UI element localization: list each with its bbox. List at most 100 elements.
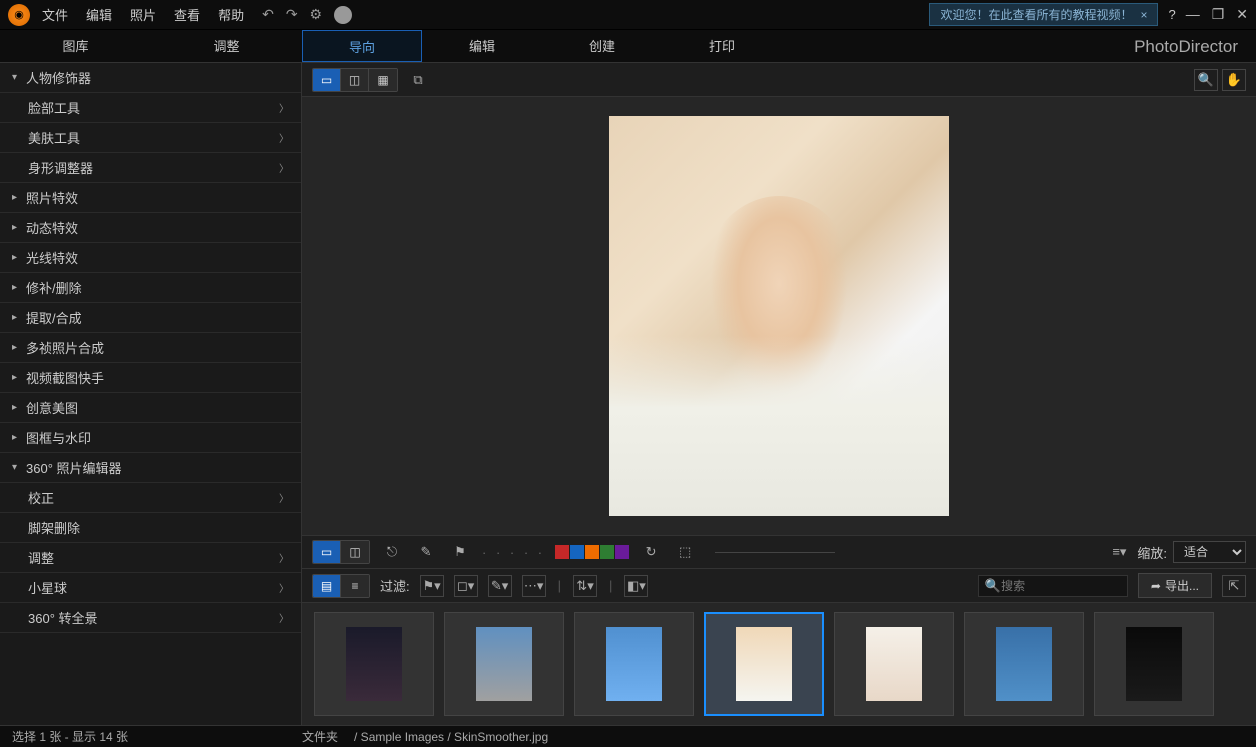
mode-tabs: 图库 调整 导向 编辑 创建 打印 PhotoDirector — [0, 30, 1256, 63]
status-selection: 选择 1 张 - 显示 14 张 — [12, 728, 302, 745]
avatar-icon[interactable] — [334, 6, 352, 24]
brand-label: PhotoDirector — [1134, 30, 1256, 62]
tab-create[interactable]: 创建 — [542, 30, 662, 62]
menu-help[interactable]: 帮助 — [218, 5, 244, 24]
thumbnail[interactable] — [964, 612, 1084, 716]
sidebar-item[interactable]: ▾人物修饰器 — [0, 63, 301, 93]
rating-toolbar: ▭ ◫ ⎋ ✎ ⚑ · · · · · ↻ ⬚ ≡▾ 缩放: 适合 — [302, 535, 1256, 569]
sidebar-item[interactable]: ▸多祯照片合成 — [0, 333, 301, 363]
thumb-size-slider[interactable] — [715, 552, 835, 553]
view-compare-icon[interactable]: ◫ — [341, 69, 369, 91]
filter-stack-icon[interactable]: ◧▾ — [624, 575, 648, 597]
thumbnail-image — [996, 627, 1052, 701]
filter-more-icon[interactable]: ⋯▾ — [522, 575, 546, 597]
sidebar-item[interactable]: ▸修补/删除 — [0, 273, 301, 303]
menu-view[interactable]: 查看 — [174, 5, 200, 24]
zoom-label: 缩放: — [1137, 543, 1167, 562]
close-icon[interactable]: ✕ — [1236, 6, 1248, 23]
redo-icon[interactable]: ↷ — [286, 6, 298, 23]
filmstrip — [302, 603, 1256, 725]
crop-icon[interactable]: ⬚ — [673, 541, 697, 563]
sidebar-item[interactable]: ▸视频截图快手 — [0, 363, 301, 393]
thumbnail-image — [866, 627, 922, 701]
viewer-toolbar: ▭ ◫ ▦ ⧉ 🔍 ✋ — [302, 63, 1256, 97]
main-photo — [609, 116, 949, 516]
sidebar: ▾人物修饰器脸部工具〉美肤工具〉身形调整器〉▸照片特效▸动态特效▸光线特效▸修补… — [0, 63, 302, 725]
color-swatch[interactable] — [600, 545, 614, 559]
help-icon[interactable]: ? — [1168, 7, 1175, 22]
search-box[interactable]: 🔍 × — [978, 575, 1128, 597]
tutorial-banner[interactable]: 欢迎您！在此查看所有的教程视频！ × — [929, 3, 1158, 26]
thumbnail[interactable] — [444, 612, 564, 716]
sidebar-item[interactable]: ▾360° 照片编辑器 — [0, 453, 301, 483]
sidebar-subitem[interactable]: 脚架删除 — [0, 513, 301, 543]
sidebar-item[interactable]: ▸动态特效 — [0, 213, 301, 243]
flag-icon[interactable]: ⚑ — [448, 541, 472, 563]
status-path: / Sample Images / SkinSmoother.jpg — [354, 730, 548, 744]
sidebar-item[interactable]: ▸提取/合成 — [0, 303, 301, 333]
filter-brush-icon[interactable]: ✎▾ — [488, 575, 512, 597]
sidebar-item[interactable]: ▸照片特效 — [0, 183, 301, 213]
brush-icon[interactable]: ✎ — [414, 541, 438, 563]
layout-a-icon[interactable]: ▭ — [313, 541, 341, 563]
sidebar-subitem[interactable]: 身形调整器〉 — [0, 153, 301, 183]
color-swatch[interactable] — [585, 545, 599, 559]
filter-label: 过滤: — [380, 576, 410, 595]
statusbar: 选择 1 张 - 显示 14 张 文件夹 / Sample Images / S… — [0, 725, 1256, 747]
settings-icon[interactable]: ⚙ — [310, 6, 323, 23]
tag-icon[interactable]: ⎋ — [380, 541, 404, 563]
tab-print[interactable]: 打印 — [662, 30, 782, 62]
tab-adjust[interactable]: 调整 — [151, 30, 302, 63]
rotate-icon[interactable]: ↻ — [639, 541, 663, 563]
color-swatch[interactable] — [615, 545, 629, 559]
search-input[interactable] — [1001, 579, 1156, 593]
export-button[interactable]: ➦ 导出... — [1138, 573, 1212, 598]
filter-sort-icon[interactable]: ⇅▾ — [573, 575, 597, 597]
photo-viewer[interactable] — [302, 97, 1256, 535]
thumb-view-icon[interactable]: ▤ — [313, 575, 341, 597]
menu-file[interactable]: 文件 — [42, 5, 68, 24]
sidebar-item[interactable]: ▸创意美图 — [0, 393, 301, 423]
sort-icon[interactable]: ≡▾ — [1107, 541, 1131, 563]
list-view-icon[interactable]: ≡ — [341, 575, 369, 597]
thumbnail[interactable] — [704, 612, 824, 716]
menu-photo[interactable]: 照片 — [130, 5, 156, 24]
filter-flag-icon[interactable]: ⚑▾ — [420, 575, 444, 597]
undo-icon[interactable]: ↶ — [262, 6, 274, 23]
tutorial-text: 欢迎您！在此查看所有的教程视频！ — [940, 6, 1132, 23]
tab-guided[interactable]: 导向 — [302, 30, 422, 62]
sidebar-subitem[interactable]: 校正〉 — [0, 483, 301, 513]
zoom-tool-icon[interactable]: 🔍 — [1194, 69, 1218, 91]
titlebar: ◉ 文件 编辑 照片 查看 帮助 ↶ ↷ ⚙ 欢迎您！在此查看所有的教程视频！ … — [0, 0, 1256, 30]
secondary-display-icon[interactable]: ⧉ — [406, 69, 430, 91]
layout-b-icon[interactable]: ◫ — [341, 541, 369, 563]
sidebar-subitem[interactable]: 小星球〉 — [0, 573, 301, 603]
zoom-select[interactable]: 适合 — [1173, 541, 1246, 563]
pan-tool-icon[interactable]: ✋ — [1222, 69, 1246, 91]
view-grid-icon[interactable]: ▦ — [369, 69, 397, 91]
main-menu: 文件 编辑 照片 查看 帮助 — [42, 5, 244, 24]
thumbnail[interactable] — [574, 612, 694, 716]
minimize-icon[interactable]: — — [1186, 6, 1200, 23]
thumbnail[interactable] — [1094, 612, 1214, 716]
thumbnail[interactable] — [314, 612, 434, 716]
tab-edit[interactable]: 编辑 — [422, 30, 542, 62]
color-swatch[interactable] — [555, 545, 569, 559]
sidebar-item[interactable]: ▸图框与水印 — [0, 423, 301, 453]
color-swatch[interactable] — [570, 545, 584, 559]
sidebar-subitem[interactable]: 美肤工具〉 — [0, 123, 301, 153]
sidebar-subitem[interactable]: 脸部工具〉 — [0, 93, 301, 123]
tab-library[interactable]: 图库 — [0, 30, 151, 63]
share-icon[interactable]: ⇱ — [1222, 575, 1246, 597]
sidebar-item[interactable]: ▸光线特效 — [0, 243, 301, 273]
filter-toolbar: ▤ ≡ 过滤: ⚑▾ ◻▾ ✎▾ ⋯▾ | ⇅▾ | ◧▾ 🔍 × ➦ 导出..… — [302, 569, 1256, 603]
thumbnail[interactable] — [834, 612, 954, 716]
maximize-icon[interactable]: ❐ — [1212, 6, 1225, 23]
filter-label-icon[interactable]: ◻▾ — [454, 575, 478, 597]
rating-stars[interactable]: · · · · · — [482, 545, 545, 560]
menu-edit[interactable]: 编辑 — [86, 5, 112, 24]
sidebar-subitem[interactable]: 360° 转全景〉 — [0, 603, 301, 633]
tutorial-close-icon[interactable]: × — [1140, 8, 1147, 22]
sidebar-subitem[interactable]: 调整〉 — [0, 543, 301, 573]
view-single-icon[interactable]: ▭ — [313, 69, 341, 91]
